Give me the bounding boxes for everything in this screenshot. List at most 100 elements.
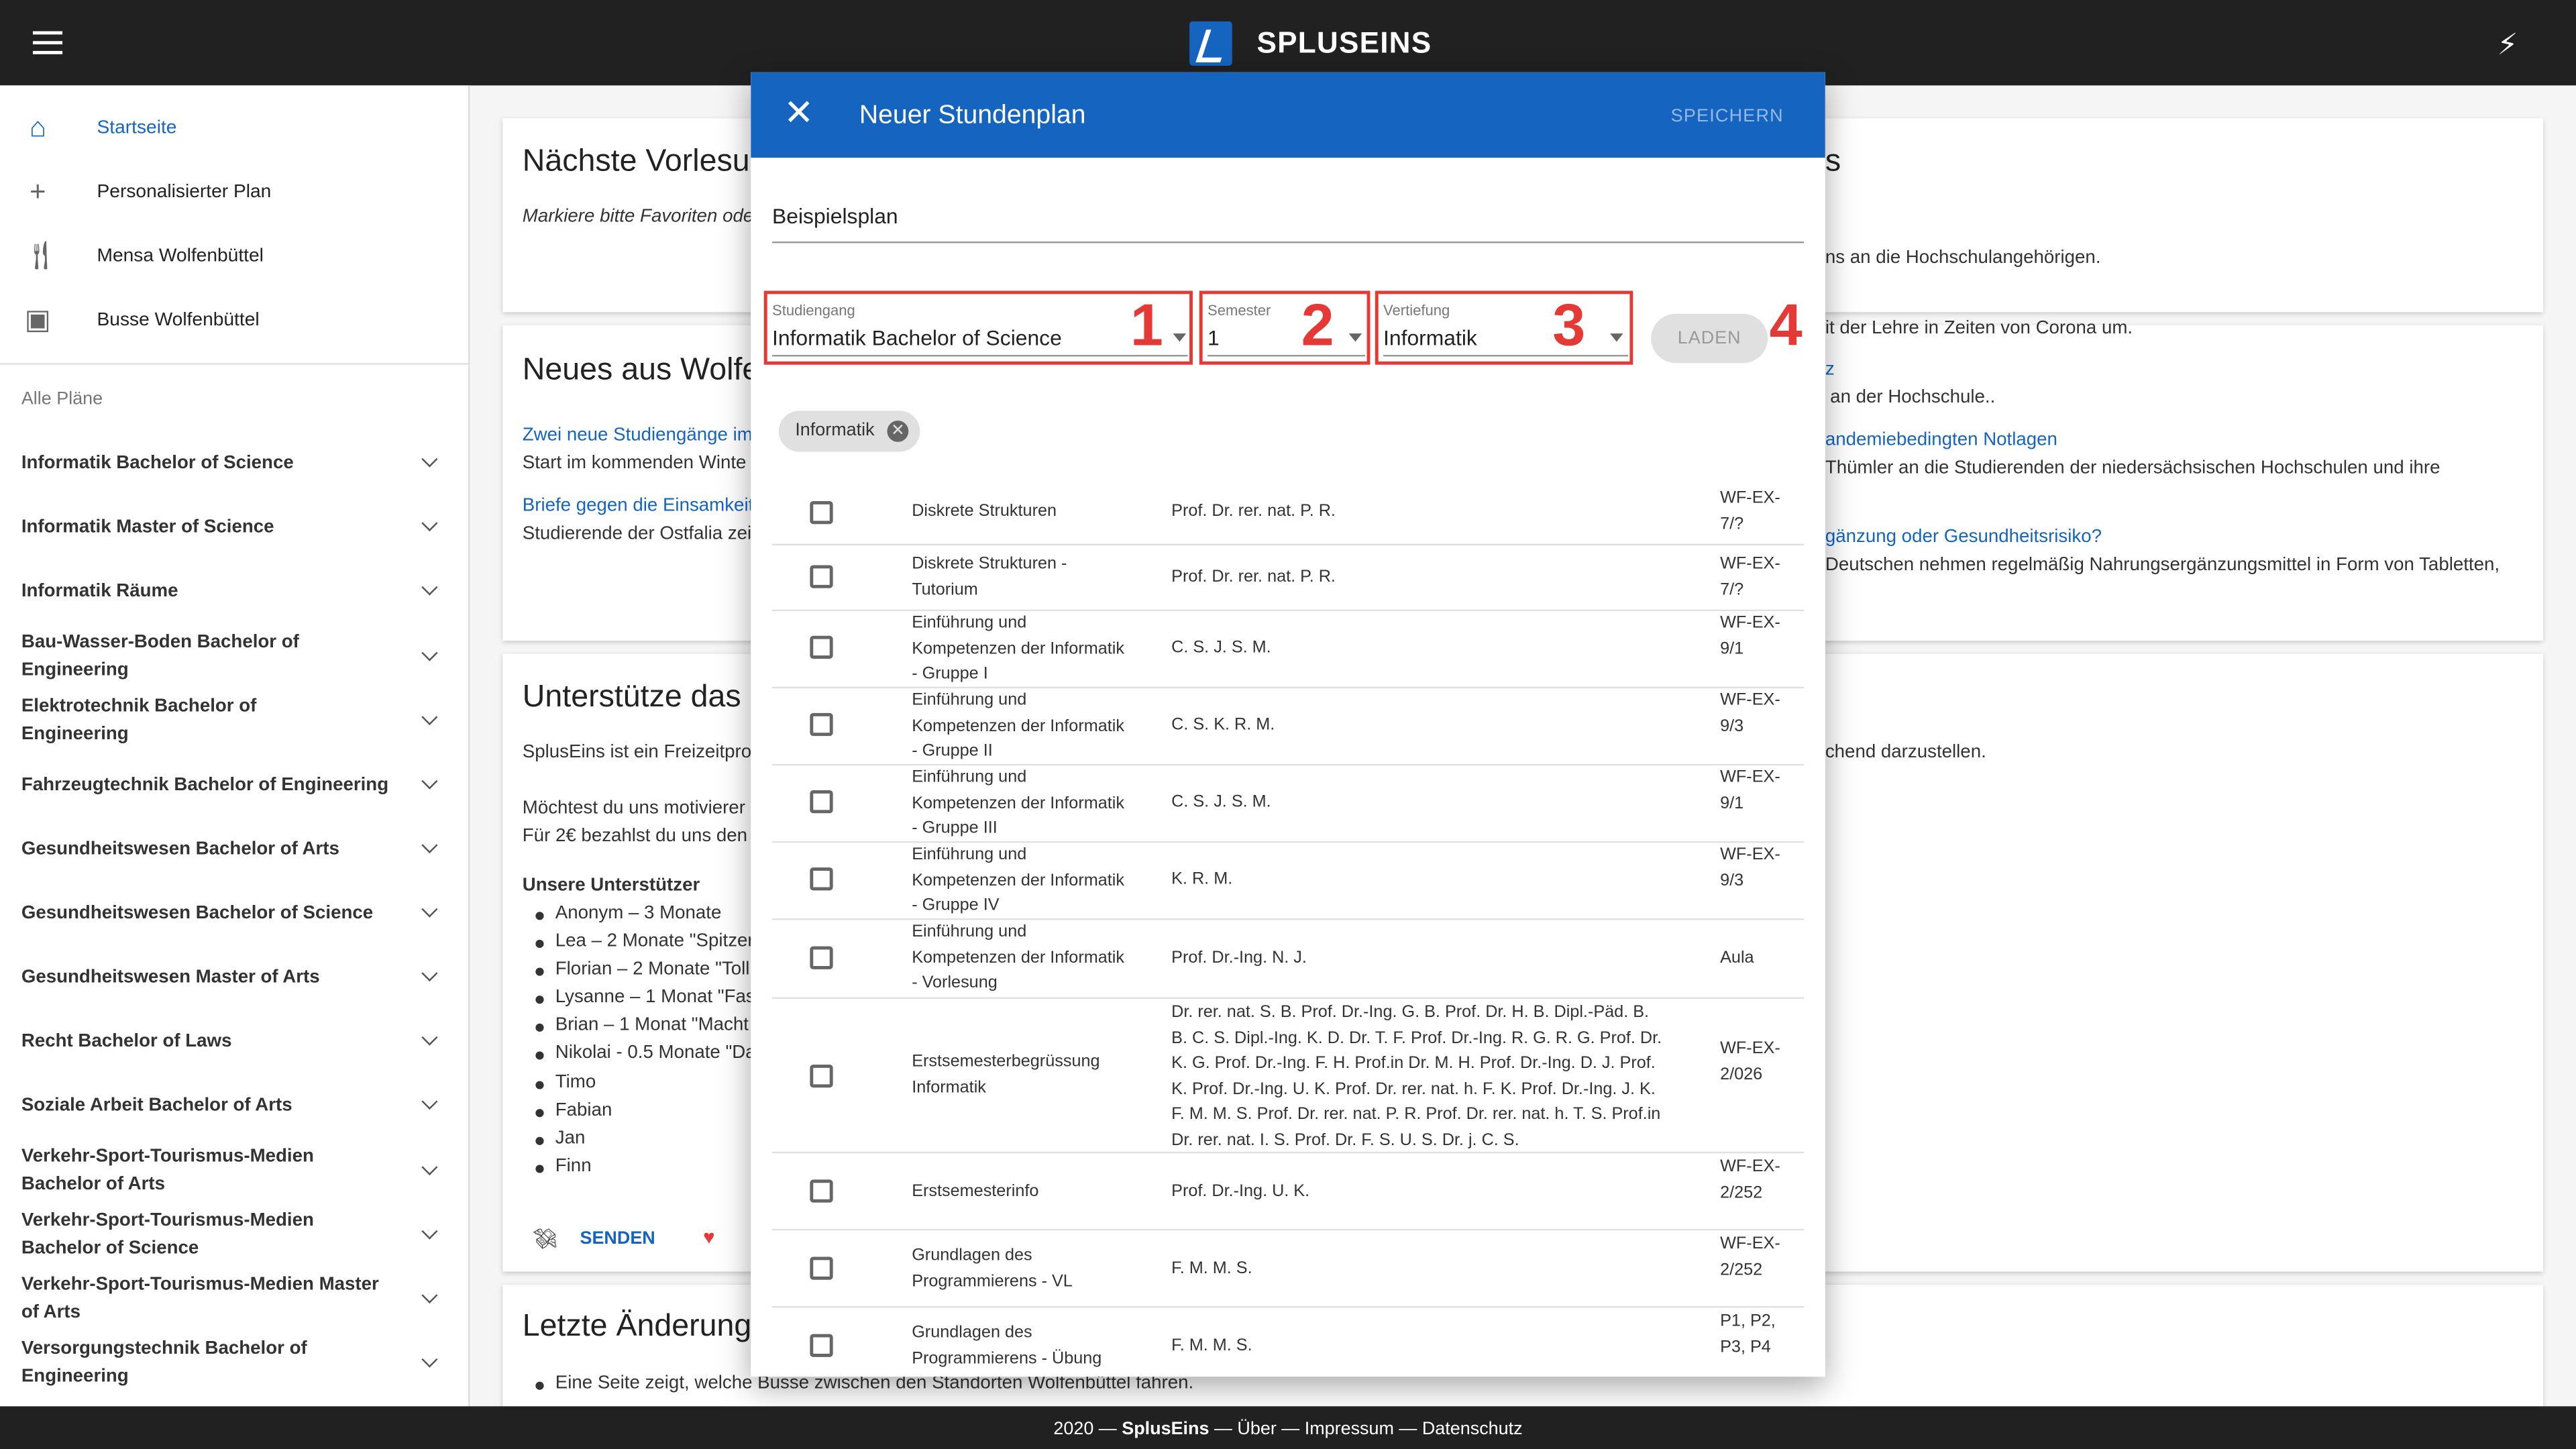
send-button[interactable]: SENDEN <box>580 1229 655 1248</box>
course-checkbox[interactable] <box>810 500 833 525</box>
plan-item[interactable]: Informatik Räume <box>0 568 468 614</box>
plan-name-input[interactable]: Beispielsplan <box>772 204 1805 244</box>
nav-item-startseite[interactable]: ⌂ Startseite <box>0 97 468 159</box>
course-room: WF-EX-2/252 <box>1720 1158 1780 1202</box>
menu-icon[interactable] <box>32 26 63 59</box>
card-title: s <box>1825 144 1841 179</box>
close-icon[interactable]: ✕ <box>784 92 814 135</box>
plan-item[interactable]: Verkehr-Sport-Tourismus-Medien Bachelor … <box>0 1142 468 1201</box>
course-row[interactable]: Diskrete Strukturen - Tutorium Prof. Dr.… <box>772 545 1805 612</box>
select-underline <box>772 354 1188 357</box>
money-icon: 💸︎ <box>532 1227 557 1250</box>
plan-item[interactable]: Verkehr-Sport-Tourismus-Medien Bachelor … <box>0 1206 468 1265</box>
nav-item-personalisierter-plan[interactable]: + Personalisierter Plan <box>0 161 468 223</box>
nav-item-busse[interactable]: ▣ Busse Wolfenbüttel <box>0 289 468 352</box>
footer-links[interactable]: — Über — Impressum — Datenschutz <box>1214 1419 1523 1439</box>
heart-icon[interactable]: ♥ <box>703 1226 714 1248</box>
course-checkbox[interactable] <box>810 1256 833 1280</box>
course-row[interactable]: Erstsemesterbegrüssung Informatik Dr. re… <box>772 999 1805 1154</box>
course-room: WF-EX-9/3 <box>1720 692 1780 735</box>
plan-item[interactable]: Verkehr-Sport-Tourismus-Medien Master of… <box>0 1270 468 1329</box>
filter-chip[interactable]: Informatik ✕ <box>778 411 920 452</box>
course-lecturer: Prof. Dr.-Ing. N. J. <box>1171 949 1307 968</box>
plan-label: Gesundheitswesen Bachelor of Arts <box>21 839 339 859</box>
course-row[interactable]: Grundlagen des Programmierens - VL F. M.… <box>772 1230 1805 1308</box>
course-row[interactable]: Diskrete Strukturen Prof. Dr. rer. nat. … <box>772 483 1805 546</box>
course-row[interactable]: Einführung und Kompetenzen der Informati… <box>772 843 1805 920</box>
plan-item[interactable]: Elektrotechnik Bachelor of Engineering <box>0 696 468 744</box>
new-schedule-dialog: ✕ Neuer Stundenplan SPEICHERN Beispielsp… <box>751 72 1825 1377</box>
dropdown-arrow-icon <box>1610 333 1623 342</box>
plan-item[interactable]: Gesundheitswesen Bachelor of Arts <box>0 826 468 873</box>
news-link[interactable]: Briefe gegen die Einsamkeit <box>523 496 754 516</box>
save-button[interactable]: SPEICHERN <box>1671 107 1784 126</box>
plan-item[interactable]: Fahrzeugtechnik Bachelor of Engineering <box>0 762 468 808</box>
supporter-item: Finn <box>535 1157 592 1177</box>
plan-item[interactable]: Informatik Master of Science <box>0 504 468 551</box>
course-name: Grundlagen des Programmierens - Übung <box>912 1324 1102 1368</box>
chevron-down-icon <box>421 711 440 731</box>
plan-item[interactable]: Versorgungstechnik Bachelor of Engineeri… <box>0 1334 468 1393</box>
course-checkbox[interactable] <box>810 712 833 737</box>
card-text: Thümler an die Studierenden der niedersä… <box>1825 458 2440 478</box>
supporter-item: Timo <box>535 1073 596 1093</box>
course-room: WF-EX-9/3 <box>1720 846 1780 890</box>
course-name: Einführung und Kompetenzen der Informati… <box>912 846 1124 916</box>
chevron-down-icon <box>421 1095 440 1115</box>
plan-item[interactable]: Soziale Arbeit Bachelor of Arts <box>0 1083 468 1129</box>
studiengang-select[interactable]: Studiengang Informatik Bachelor of Scien… <box>763 290 1193 365</box>
semester-select[interactable]: Semester 1 <box>1199 290 1371 365</box>
card-title: Unterstütze das <box>522 680 741 715</box>
course-checkbox[interactable] <box>810 790 833 814</box>
plan-item[interactable]: Gesundheitswesen Bachelor of Science <box>0 890 468 936</box>
card-link[interactable]: andemiebedingten Notlagen <box>1825 431 2057 450</box>
course-row[interactable]: Einführung und Kompetenzen der Informati… <box>772 920 1805 999</box>
nav-item-mensa[interactable]: 🍴︎ Mensa Wolfenbüttel <box>0 225 468 288</box>
chevron-down-icon <box>421 839 440 859</box>
plan-label: Elektrotechnik Bachelor of Engineering <box>21 696 257 745</box>
course-lecturer: Prof. Dr.-Ing. U. K. <box>1171 1183 1310 1201</box>
card-link[interactable]: gänzung oder Gesundheitsrisiko? <box>1825 527 2102 547</box>
plan-item[interactable]: Gesundheitswesen Master of Arts <box>0 955 468 1001</box>
card-text: an der Hochschule.. <box>1830 387 1996 408</box>
navigation-drawer: ⌂ Startseite + Personalisierter Plan 🍴︎ … <box>0 85 470 1407</box>
card-text: Deutschen nehmen regelmäßig Nahrungsergä… <box>1825 555 2500 576</box>
course-name: Diskrete Strukturen <box>912 502 1057 521</box>
course-row[interactable]: Einführung und Kompetenzen der Informati… <box>772 765 1805 843</box>
news-link[interactable]: Zwei neue Studiengänge im <box>523 425 753 445</box>
course-lecturer: Prof. Dr. rer. nat. P. R. <box>1171 568 1336 587</box>
course-row[interactable]: Grundlagen des Programmierens - Übung F.… <box>772 1307 1804 1377</box>
course-checkbox[interactable] <box>810 946 833 969</box>
course-row[interactable]: Einführung und Kompetenzen der Informati… <box>772 611 1805 689</box>
card-text: ns an die Hochschulangehörigen. <box>1825 248 2101 268</box>
course-row[interactable]: Einführung und Kompetenzen der Informati… <box>772 688 1805 766</box>
plan-item[interactable]: Informatik Bachelor of Science <box>0 440 468 486</box>
course-row[interactable]: Erstsemesterinfo Prof. Dr.-Ing. U. K. WF… <box>772 1153 1805 1231</box>
load-button[interactable]: LADEN <box>1651 313 1768 364</box>
course-room: WF-EX-7/? <box>1720 555 1780 599</box>
magic-wand-icon[interactable]: ⚡︎ <box>2497 28 2518 62</box>
course-checkbox[interactable] <box>810 1334 833 1357</box>
card-link[interactable]: z <box>1825 360 1835 379</box>
chip-close-icon[interactable]: ✕ <box>887 420 909 442</box>
chevron-down-icon <box>421 967 440 987</box>
course-checkbox[interactable] <box>810 565 833 588</box>
news-text: Studierende der Ostfalia zei <box>522 524 752 544</box>
course-checkbox[interactable] <box>810 867 833 891</box>
nav-label: Busse Wolfenbüttel <box>97 310 260 331</box>
course-checkbox[interactable] <box>810 1064 833 1088</box>
plan-label: Verkehr-Sport-Tourismus-Medien Bachelor … <box>21 1146 314 1195</box>
chevron-down-icon <box>421 904 440 923</box>
footer-brand: SplusEins <box>1122 1419 1210 1440</box>
supporter-item: Anonym – 3 Monate <box>535 903 722 924</box>
plan-label: Gesundheitswesen Master of Arts <box>21 967 320 987</box>
chevron-down-icon <box>421 775 440 795</box>
vertiefung-select[interactable]: Vertiefung Informatik <box>1375 290 1633 365</box>
course-checkbox[interactable] <box>810 635 833 659</box>
course-name: Einführung und Kompetenzen der Informati… <box>912 769 1124 838</box>
plan-item[interactable]: Bau-Wasser-Boden Bachelor of Engineering <box>0 628 468 687</box>
card-title: Neues aus Wolfe <box>522 353 760 388</box>
plan-item[interactable]: Recht Bachelor of Laws <box>0 1018 468 1065</box>
supporter-item: Lysanne – 1 Monat "Fas <box>535 987 755 1008</box>
course-checkbox[interactable] <box>810 1179 833 1203</box>
